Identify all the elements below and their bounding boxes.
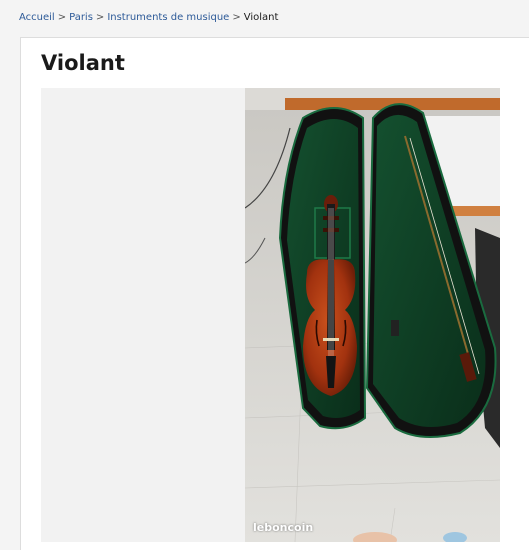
photo-gallery[interactable]: leboncoin <box>41 88 500 542</box>
breadcrumb-current: Violant <box>243 12 279 23</box>
breadcrumb-link-instruments[interactable]: Instruments de musique <box>107 12 229 23</box>
leboncoin-watermark: leboncoin <box>253 521 314 534</box>
listing-card: Violant leboncoin <box>20 37 529 550</box>
breadcrumb-separator: > <box>232 12 241 23</box>
breadcrumb: Accueil > Paris > Instruments de musique > Vio… <box>19 12 278 23</box>
breadcrumb-link-paris[interactable]: Paris <box>69 12 93 23</box>
listing-photo[interactable]: leboncoin <box>245 88 500 542</box>
violin-photo-image <box>245 88 500 542</box>
breadcrumb-separator: > <box>57 12 67 23</box>
breadcrumb-separator: > <box>95 12 105 23</box>
breadcrumb-link-accueil[interactable]: Accueil <box>19 12 55 23</box>
listing-title: Violant <box>41 51 125 75</box>
